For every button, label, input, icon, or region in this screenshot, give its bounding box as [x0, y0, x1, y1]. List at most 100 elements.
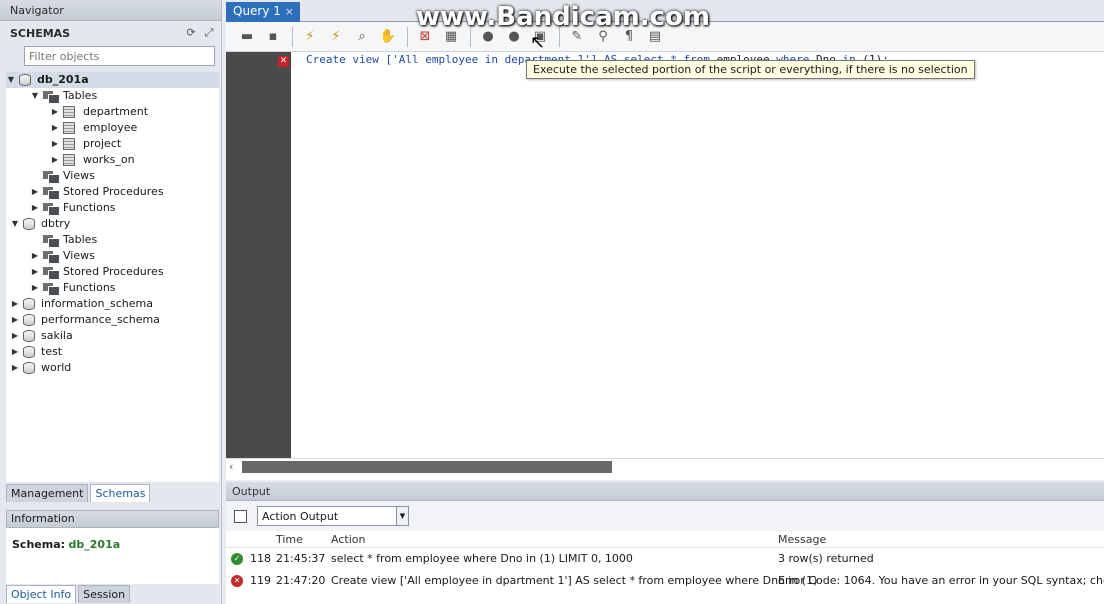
open-file-icon[interactable]: ▬ — [238, 28, 256, 46]
collapse-arrow-icon[interactable]: ▼ — [6, 72, 16, 88]
schemas-label: SCHEMAS — [10, 26, 71, 40]
table-icon — [63, 106, 75, 118]
procedures-folder-icon — [43, 266, 60, 280]
tree-item-functions[interactable]: ▶ Functions — [30, 280, 116, 296]
expand-arrow-icon[interactable]: ▶ — [30, 280, 40, 296]
expand-arrow-icon[interactable]: ▶ — [50, 136, 60, 152]
horizontal-scrollbar[interactable]: ‹ — [226, 458, 1104, 474]
table-row[interactable]: ✓ 118 21:45:37 select * from employee wh… — [226, 548, 1104, 570]
tree-item-views[interactable]: Views — [30, 168, 95, 184]
tab-session[interactable]: Session — [78, 585, 131, 603]
collapse-arrow-icon[interactable]: ▼ — [10, 216, 20, 232]
tree-item-stored-procedures[interactable]: ▶ Stored Procedures — [30, 264, 164, 280]
expand-arrow-icon[interactable]: ▶ — [30, 248, 40, 264]
line-gutter: ✕ — [226, 52, 291, 458]
expand-arrow-icon[interactable]: ▶ — [10, 360, 20, 376]
execute-current-statement-icon[interactable]: ⚡ — [327, 28, 345, 46]
output-type-value: Action Output — [262, 509, 339, 523]
procedures-folder-icon — [43, 186, 60, 200]
column-message[interactable]: Message — [776, 531, 1104, 547]
navigator-header: Navigator — [0, 0, 221, 21]
expand-arrow-icon[interactable]: ▶ — [10, 328, 20, 344]
tree-item-dbtry[interactable]: ▼ dbtry — [10, 216, 70, 232]
column-time[interactable]: Time — [272, 531, 328, 547]
database-icon — [19, 74, 31, 86]
tree-item-project[interactable]: ▶ project — [50, 136, 121, 152]
database-icon — [23, 218, 35, 230]
tree-item-tables[interactable]: ▼ Tables — [30, 88, 97, 104]
tab-management[interactable]: Management — [6, 484, 89, 502]
database-icon — [23, 346, 35, 358]
error-marker-icon[interactable]: ✕ — [278, 56, 289, 67]
output-panel: Output Action Output ▼ Time Action Messa… — [226, 482, 1104, 604]
schemas-header: SCHEMAS ⟳ ⤢ — [0, 21, 221, 45]
dropdown-arrow-icon[interactable]: ▼ — [396, 507, 408, 525]
copy-icon[interactable] — [234, 509, 247, 523]
tab-schemas[interactable]: Schemas — [90, 484, 151, 502]
error-icon: ✕ — [231, 575, 243, 587]
functions-folder-icon — [43, 202, 60, 216]
tree-item-works-on[interactable]: ▶ works_on — [50, 152, 135, 168]
output-type-select[interactable]: Action Output ▼ — [257, 506, 409, 526]
explain-icon[interactable]: ⌕ — [353, 28, 371, 46]
table-row[interactable]: ✕ 119 21:47:20 Create view ['All employe… — [226, 570, 1104, 592]
tree-item-department[interactable]: ▶ department — [50, 104, 148, 120]
execute-icon[interactable]: ⚡ — [301, 28, 319, 46]
refresh-icon[interactable]: ⟳ — [185, 27, 197, 39]
expand-arrow-icon[interactable]: ▶ — [30, 184, 40, 200]
tables-folder-icon — [43, 234, 60, 248]
views-folder-icon — [43, 250, 60, 264]
schema-label: Schema: — [12, 538, 66, 551]
views-folder-icon — [43, 170, 60, 184]
expand-arrow-icon[interactable]: ▶ — [50, 152, 60, 168]
query-editor: Query 1 × ▬ ▪ ⚡ ⚡ ⌕ ✋ ⊠ ▦ ● ● ▣ ✎ ⚲ ¶ ▤ … — [226, 0, 1104, 480]
collapse-arrow-icon[interactable]: ▼ — [30, 88, 40, 104]
expand-arrow-icon[interactable]: ▶ — [50, 104, 60, 120]
database-icon — [23, 362, 35, 374]
stop-icon[interactable]: ✋ — [379, 28, 397, 46]
output-toolbar: Action Output ▼ — [226, 501, 1104, 531]
info-tabs: Object Info Session — [6, 585, 219, 604]
tree-item-stored-procedures[interactable]: ▶ Stored Procedures — [30, 184, 164, 200]
tables-folder-icon — [43, 90, 60, 104]
schema-value: db_201a — [68, 538, 121, 551]
filter-box[interactable] — [24, 46, 215, 66]
expand-arrow-icon[interactable]: ▶ — [10, 296, 20, 312]
table-icon — [63, 138, 75, 150]
tree-item-db-201a[interactable]: ▼ db_201a — [6, 72, 219, 88]
close-tab-icon[interactable]: × — [285, 2, 294, 21]
information-header: Information — [6, 510, 219, 528]
table-icon — [63, 154, 75, 166]
expand-arrow-icon[interactable]: ▶ — [50, 120, 60, 136]
tree-item-information-schema[interactable]: ▶ information_schema — [10, 296, 153, 312]
tree-item-sakila[interactable]: ▶ sakila — [10, 328, 73, 344]
database-icon — [23, 314, 35, 326]
scrollbar-thumb[interactable] — [242, 461, 612, 473]
expand-arrow-icon[interactable]: ▶ — [30, 264, 40, 280]
expand-icon[interactable]: ⤢ — [203, 27, 215, 39]
tree-item-performance-schema[interactable]: ▶ performance_schema — [10, 312, 160, 328]
information-panel: Schema: db_201a — [6, 528, 219, 584]
tree-item-test[interactable]: ▶ test — [10, 344, 62, 360]
functions-folder-icon — [43, 282, 60, 296]
expand-arrow-icon[interactable]: ▶ — [10, 312, 20, 328]
tab-object-info[interactable]: Object Info — [6, 585, 77, 603]
filter-input[interactable] — [29, 49, 214, 63]
tree-item-employee[interactable]: ▶ employee — [50, 120, 137, 136]
output-table-header: Time Action Message — [226, 531, 1104, 548]
tree-item-views[interactable]: ▶ Views — [30, 248, 95, 264]
expand-arrow-icon[interactable]: ▶ — [10, 344, 20, 360]
scroll-left-icon[interactable]: ‹ — [229, 459, 233, 475]
column-action[interactable]: Action — [328, 531, 776, 547]
save-icon[interactable]: ▪ — [264, 28, 282, 46]
mouse-cursor-icon: ↖ — [530, 32, 546, 53]
expand-arrow-icon[interactable]: ▶ — [30, 200, 40, 216]
database-icon — [23, 298, 35, 310]
navigator-panel: Navigator SCHEMAS ⟳ ⤢ ▼ db_201a ▼ Tables… — [0, 0, 222, 604]
tree-item-world[interactable]: ▶ world — [10, 360, 71, 376]
tab-query-1[interactable]: Query 1 × — [226, 2, 300, 22]
tree-item-tables[interactable]: Tables — [30, 232, 97, 248]
execute-tooltip: Execute the selected portion of the scri… — [526, 60, 975, 79]
tree-item-functions[interactable]: ▶ Functions — [30, 200, 116, 216]
database-icon — [23, 330, 35, 342]
